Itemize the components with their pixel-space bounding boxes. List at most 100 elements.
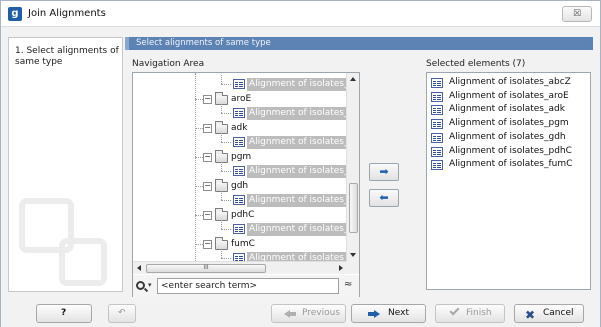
tree-alignment-item[interactable]: Alignment of isolates_pgm xyxy=(247,165,347,178)
search-bar: ▾ ≈ xyxy=(133,275,359,297)
workbench-watermark-logo xyxy=(19,198,114,293)
remove-from-selected-button[interactable]: ⬅ xyxy=(369,189,399,207)
tree-connector xyxy=(221,258,231,259)
tree-connector xyxy=(195,128,203,129)
tree-alignment-item[interactable]: Alignment of isolates_fumC xyxy=(247,252,347,261)
selected-elements-label: Selected elements (7) xyxy=(426,59,526,69)
checkmark-icon xyxy=(449,305,460,316)
arrow-right-icon xyxy=(368,310,380,318)
alignment-icon xyxy=(233,79,245,89)
tree-connector xyxy=(195,215,203,216)
title-bar: g Join Alignments ☒ xyxy=(1,1,600,27)
cancel-x-icon: ✖ xyxy=(525,308,536,322)
search-input[interactable] xyxy=(157,278,339,294)
selected-elements-list[interactable]: Alignment of isolates_abcZ Alignment of i… xyxy=(426,72,591,290)
navigation-tree-viewport: Alignment of isolates_abcZ−aroEAlignment… xyxy=(133,73,347,261)
collapse-toggle-icon[interactable]: − xyxy=(203,95,212,104)
selected-element-label: Alignment of isolates_aroE xyxy=(449,90,569,101)
next-label: Next xyxy=(388,308,409,318)
tree-connector xyxy=(221,104,222,113)
tree-trunk-line xyxy=(195,73,196,261)
app-logo-icon: g xyxy=(8,7,22,21)
alignment-icon xyxy=(431,146,443,157)
navigation-tree[interactable]: Alignment of isolates_abcZ−aroEAlignment… xyxy=(132,72,360,298)
close-window-button[interactable]: ☒ xyxy=(562,6,592,22)
tree-folder-item[interactable]: aroE xyxy=(231,92,251,106)
tree-folder-item[interactable]: pdhC xyxy=(231,208,254,222)
next-button[interactable]: Next xyxy=(351,304,426,323)
scroll-up-icon[interactable] xyxy=(350,77,356,81)
tree-alignment-item[interactable]: Alignment of isolates_pdhC xyxy=(247,223,347,236)
previous-label: Previous xyxy=(302,308,341,318)
tree-connector xyxy=(221,171,231,172)
previous-button[interactable]: Previous xyxy=(271,304,346,323)
tree-folder-item[interactable]: adk xyxy=(231,121,247,135)
tree-connector xyxy=(221,133,222,142)
reset-button[interactable]: ↶ xyxy=(108,304,136,323)
selected-element-label: Alignment of isolates_adk xyxy=(449,104,565,115)
collapse-toggle-icon[interactable]: − xyxy=(203,124,212,133)
add-to-selected-button[interactable]: ➡ xyxy=(369,163,399,181)
window-title: Join Alignments xyxy=(28,8,106,19)
scroll-left-icon[interactable] xyxy=(137,265,141,271)
tree-folder-item[interactable]: gdh xyxy=(231,179,248,193)
collapse-toggle-icon[interactable]: − xyxy=(203,240,212,249)
collapse-toggle-icon[interactable]: − xyxy=(203,211,212,220)
arrow-right-icon: ➡ xyxy=(379,165,389,178)
collapse-toggle-icon[interactable]: − xyxy=(203,182,212,191)
tree-alignment-item[interactable]: Alignment of isolates_aroE xyxy=(247,107,347,120)
tree-alignment-item[interactable]: Alignment of isolates_gdh xyxy=(247,194,347,207)
arrow-left-icon: ⬅ xyxy=(379,191,389,204)
scroll-right-icon[interactable] xyxy=(339,265,343,271)
alignment-icon xyxy=(233,253,245,261)
tree-alignment-item[interactable]: Alignment of isolates_abcZ xyxy=(247,78,347,91)
vertical-scroll-thumb[interactable] xyxy=(349,183,358,233)
help-label: ? xyxy=(61,308,67,318)
alignment-icon xyxy=(431,105,443,116)
scroll-down-icon[interactable] xyxy=(350,253,356,257)
alignment-icon xyxy=(431,160,443,171)
selected-element-label: Alignment of isolates_abcZ xyxy=(449,77,571,87)
arrow-left-icon xyxy=(284,310,296,318)
tree-connector xyxy=(195,244,203,245)
alignment-icon xyxy=(431,78,443,88)
tree-connector xyxy=(221,220,222,229)
selected-element-label: Alignment of isolates_pgm xyxy=(449,118,569,129)
panel-header: Select alignments of same type xyxy=(125,37,593,50)
tree-alignment-item[interactable]: Alignment of isolates_adk xyxy=(247,136,347,149)
horizontal-scroll-thumb[interactable]: III xyxy=(146,264,266,273)
alignment-icon xyxy=(233,166,245,176)
cancel-button[interactable]: ✖ Cancel xyxy=(514,304,584,323)
selected-element-label: Alignment of isolates_fumC xyxy=(449,159,573,170)
alignment-icon xyxy=(233,108,245,118)
alignment-icon xyxy=(233,224,245,234)
tree-connector xyxy=(221,200,231,201)
search-options-dropdown-icon[interactable]: ▾ xyxy=(148,281,152,289)
selected-element-label: Alignment of isolates_pdhC xyxy=(449,145,572,156)
alignment-icon xyxy=(431,132,443,143)
finish-button[interactable]: Finish xyxy=(435,304,505,323)
search-icon[interactable] xyxy=(136,281,145,290)
collapse-toggle-icon[interactable]: − xyxy=(203,153,212,162)
tree-connector xyxy=(195,186,203,187)
tree-connector xyxy=(221,249,222,258)
sort-filter-icon[interactable]: ≈ xyxy=(344,279,352,290)
reset-icon: ↶ xyxy=(118,308,126,318)
tree-connector xyxy=(195,157,203,158)
navigation-area-label: Navigation Area xyxy=(132,59,205,69)
tree-connector xyxy=(195,99,203,100)
finish-label: Finish xyxy=(466,308,492,318)
tree-connector xyxy=(221,191,222,200)
alignment-icon xyxy=(431,119,443,130)
tree-folder-item[interactable]: fumC xyxy=(231,237,255,251)
tree-connector xyxy=(221,162,222,171)
help-button[interactable]: ? xyxy=(36,304,92,323)
cancel-label: Cancel xyxy=(543,308,574,318)
tree-horizontal-scrollbar[interactable]: III xyxy=(133,261,347,274)
wizard-steps-panel: 1. Select alignments of same type xyxy=(8,37,123,292)
join-alignments-dialog: g Join Alignments ☒ 1. Select alignments… xyxy=(0,0,601,327)
tree-connector xyxy=(221,113,231,114)
selected-element-label: Alignment of isolates_gdh xyxy=(449,131,566,142)
tree-folder-item[interactable]: pgm xyxy=(231,150,251,164)
tree-vertical-scrollbar[interactable] xyxy=(346,73,359,261)
